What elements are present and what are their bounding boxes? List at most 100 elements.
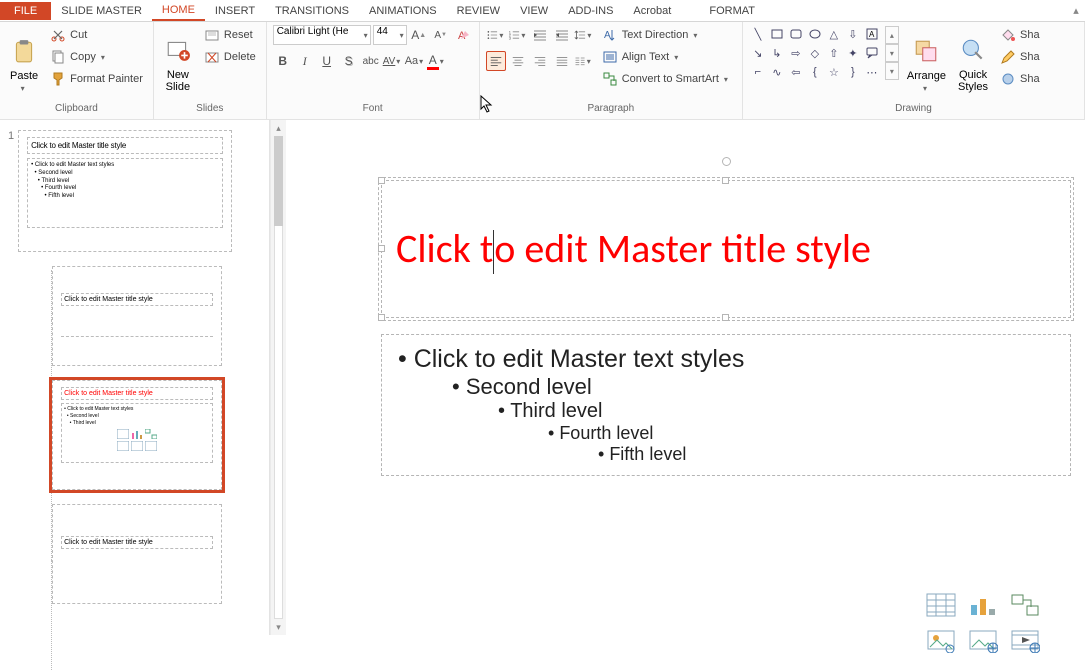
shape-curve-icon[interactable]: ∿ [768,63,786,81]
reset-button[interactable]: Reset [200,25,260,45]
resize-handle[interactable] [378,245,385,252]
shape-elbow-icon[interactable]: ⌐ [749,63,767,81]
shape-star4-icon[interactable]: ✦ [844,44,862,62]
shape-textbox-icon[interactable]: A [863,25,881,43]
content-level-3[interactable]: Third level [398,400,1054,423]
shape-arrow-right-icon[interactable]: ⇨ [787,44,805,62]
text-direction-button[interactable]: AText Direction▾ [598,25,736,45]
shape-round-rect-icon[interactable] [787,25,805,43]
delete-button[interactable]: Delete [200,47,260,67]
shapes-down-button[interactable]: ▾ [885,44,899,62]
insert-smartart-button[interactable] [1007,590,1043,620]
insert-chart-button[interactable] [965,590,1001,620]
shapes-gallery[interactable]: ╲ △ ⇩ A ↘ ↳ ⇨ ◇ ⇧ ✦ ⌐ ∿ ⇦ [749,25,881,81]
arrange-button[interactable]: Arrange▾ [903,25,950,95]
shape-oval-icon[interactable] [806,25,824,43]
convert-smartart-button[interactable]: Convert to SmartArt▾ [598,69,736,89]
align-justify-button[interactable] [552,51,572,71]
tab-format[interactable]: FORMAT [699,2,765,20]
shape-rect-icon[interactable] [768,25,786,43]
shape-bracket-icon[interactable]: { [806,63,824,81]
rotation-handle[interactable] [722,157,731,166]
font-color-button[interactable]: A▾ [427,51,447,71]
shapes-up-button[interactable]: ▴ [885,26,899,44]
shape-star5-icon[interactable]: ☆ [825,63,843,81]
title-text[interactable]: Click to edit Master title style [396,224,871,274]
content-placeholder[interactable]: Click to edit Master text styles Second … [381,334,1071,476]
slide-editor[interactable]: Click to edit Master title style Click t… [286,120,1085,635]
new-slide-button[interactable]: New Slide [160,25,196,95]
char-spacing-button[interactable]: AV▾ [383,51,403,71]
shape-diamond-icon[interactable]: ◇ [806,44,824,62]
font-size-combo[interactable]: 44▾ [373,25,407,45]
shape-triangle-icon[interactable]: △ [825,25,843,43]
tab-animations[interactable]: ANIMATIONS [359,2,447,20]
content-level-2[interactable]: Second level [398,374,1054,400]
decrease-indent-button[interactable] [530,25,550,45]
shape-callout-icon[interactable] [863,44,881,62]
strike-button[interactable]: abc [361,51,381,71]
shape-effects-button[interactable]: Sha [996,69,1044,89]
shape-fill-button[interactable]: Sha [996,25,1044,45]
insert-video-button[interactable] [1007,626,1043,656]
tab-insert[interactable]: INSERT [205,2,265,20]
shrink-font-button[interactable]: A▼ [431,25,451,45]
nav-scrollbar[interactable]: ▴ ▾ [270,120,286,635]
collapse-ribbon-button[interactable]: ▴ [1067,0,1085,20]
insert-online-picture-button[interactable] [965,626,1001,656]
cut-button[interactable]: Cut [46,25,147,45]
shape-connector-icon[interactable]: ↳ [768,44,786,62]
align-text-button[interactable]: Align Text▾ [598,47,736,67]
thumbnail-master[interactable]: Click to edit Master title style • Click… [18,130,232,252]
content-level-5[interactable]: Fifth level [398,444,1054,465]
change-case-button[interactable]: Aa▾ [405,51,425,71]
font-name-combo[interactable]: Calibri Light (He▾ [273,25,371,45]
increase-indent-button[interactable] [552,25,572,45]
tab-slide-master[interactable]: SLIDE MASTER [51,2,152,20]
thumbnail-layout-title-only[interactable]: Click to edit Master title style [52,266,222,366]
quick-styles-button[interactable]: Quick Styles [954,25,992,95]
shape-arrow-line-icon[interactable]: ↘ [749,44,767,62]
numbering-button[interactable]: 123▾ [508,25,528,45]
resize-handle[interactable] [378,177,385,184]
align-center-button[interactable] [508,51,528,71]
scroll-down-button[interactable]: ▾ [271,619,286,635]
shape-arrow-up-icon[interactable]: ⇧ [825,44,843,62]
insert-table-button[interactable] [923,590,959,620]
thumbnail-layout-two-content[interactable]: Click to edit Master title style [52,504,222,604]
format-painter-button[interactable]: Format Painter [46,69,147,89]
shape-outline-button[interactable]: Sha [996,47,1044,67]
shape-brace-icon[interactable]: } [844,63,862,81]
tab-transitions[interactable]: TRANSITIONS [265,2,359,20]
underline-button[interactable]: U [317,51,337,71]
tab-acrobat[interactable]: Acrobat [623,2,681,20]
shape-arrow-left-icon[interactable]: ⇦ [787,63,805,81]
resize-handle[interactable] [722,177,729,184]
tab-addins[interactable]: ADD-INS [558,2,623,20]
shapes-more-button[interactable]: ▾ [885,62,899,80]
thumbnail-layout-content[interactable]: Click to edit Master title style • Click… [52,380,222,490]
shape-arrow-down-icon[interactable]: ⇩ [844,25,862,43]
tab-file[interactable]: FILE [0,2,51,20]
tab-home[interactable]: HOME [152,1,205,21]
content-level-4[interactable]: Fourth level [398,423,1054,444]
columns-button[interactable]: ▾ [574,51,594,71]
align-left-button[interactable] [486,51,506,71]
insert-picture-button[interactable] [923,626,959,656]
bold-button[interactable]: B [273,51,293,71]
title-placeholder[interactable]: Click to edit Master title style [381,180,1071,318]
italic-button[interactable]: I [295,51,315,71]
resize-handle[interactable] [722,314,729,321]
grow-font-button[interactable]: A▲ [409,25,429,45]
resize-handle[interactable] [378,314,385,321]
paste-button[interactable]: Paste ▾ [6,25,42,95]
align-right-button[interactable] [530,51,550,71]
tab-view[interactable]: VIEW [510,2,558,20]
shape-line-icon[interactable]: ╲ [749,25,767,43]
copy-button[interactable]: Copy▾ [46,47,147,67]
scroll-up-button[interactable]: ▴ [271,120,286,136]
shadow-button[interactable]: S [339,51,359,71]
line-spacing-button[interactable]: ▾ [574,25,594,45]
bullets-button[interactable]: ▾ [486,25,506,45]
shape-more-icon[interactable]: ⋯ [863,63,881,81]
